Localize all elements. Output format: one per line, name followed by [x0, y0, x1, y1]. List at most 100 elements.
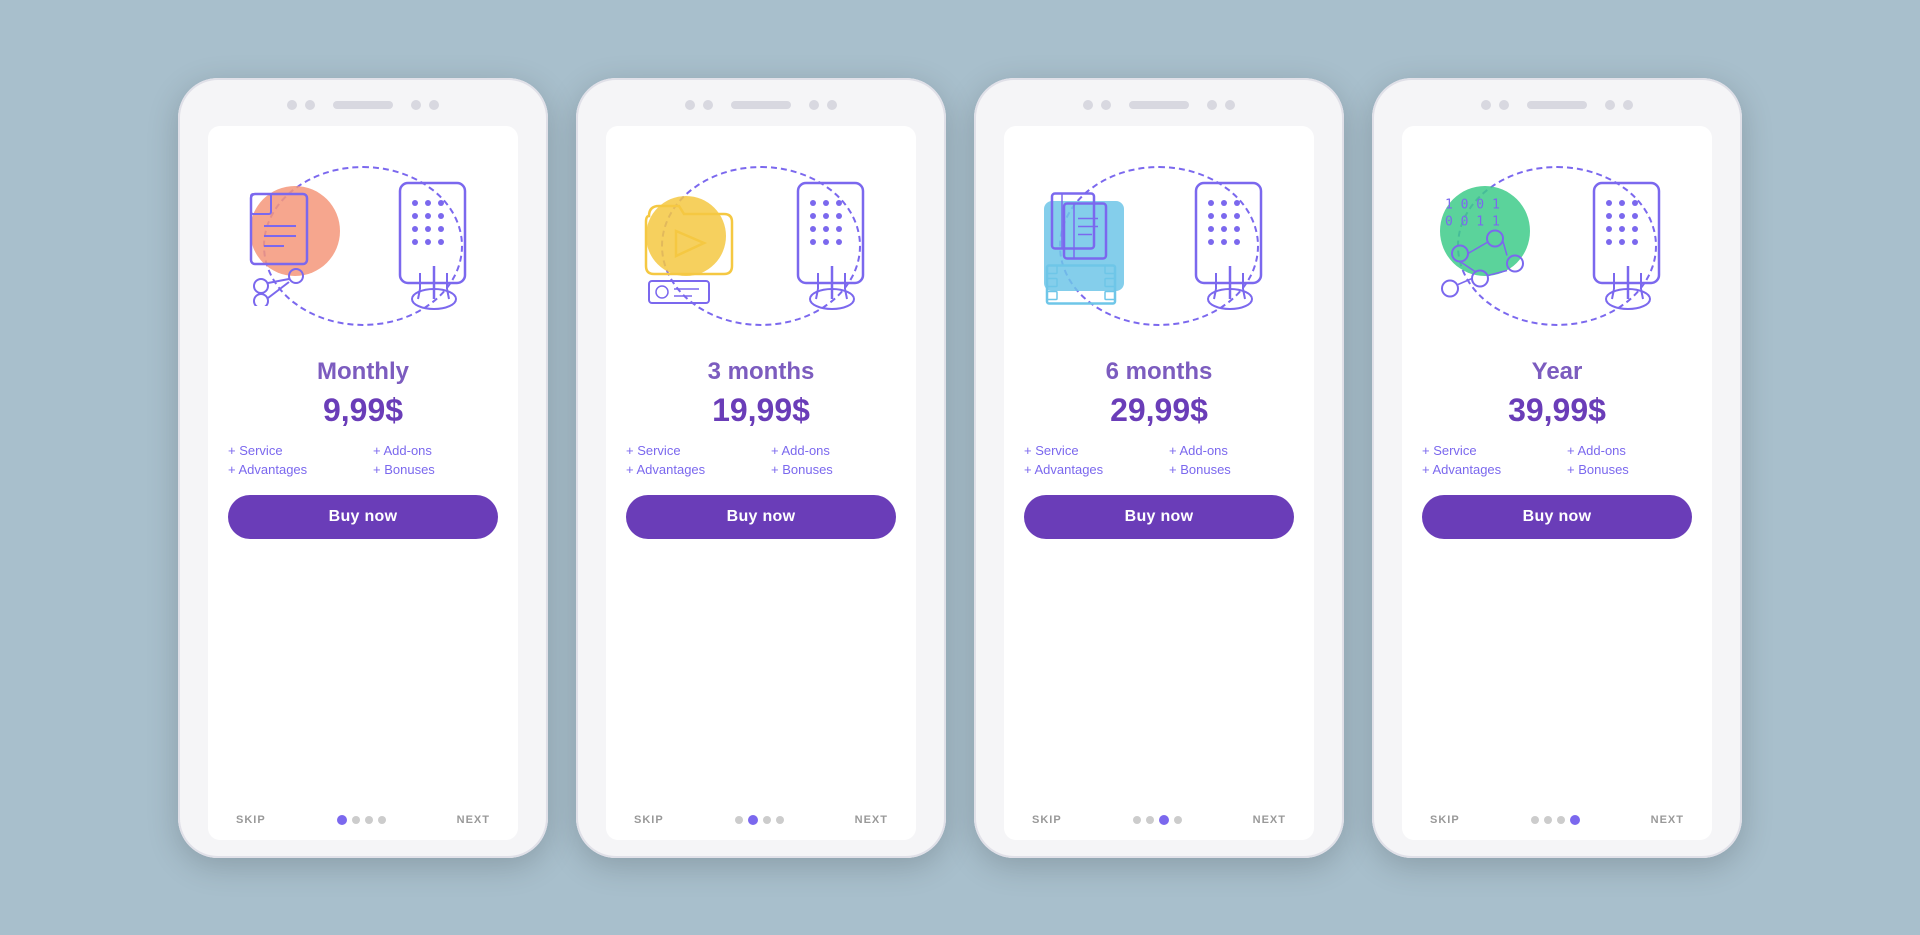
- phone-hand-icon: [390, 181, 480, 311]
- phone-dot: [827, 100, 837, 110]
- phone-dot: [1101, 100, 1111, 110]
- skip-label-4[interactable]: SKIP: [1430, 814, 1460, 826]
- phones-container: Monthly 9,99$ + Service + Add-ons + Adva…: [138, 38, 1782, 898]
- illustration-3months: [626, 146, 896, 346]
- nav-dot: [1146, 816, 1154, 824]
- plan-price-year: 39,99$: [1508, 392, 1606, 429]
- skip-label-1[interactable]: SKIP: [236, 814, 266, 826]
- nav-dot: [352, 816, 360, 824]
- buy-button-monthly[interactable]: Buy now: [228, 495, 498, 539]
- phone-dot: [411, 100, 421, 110]
- books-film-icon: [1042, 183, 1137, 308]
- plan-price-6months: 29,99$: [1110, 392, 1208, 429]
- buy-button-3months[interactable]: Buy now: [626, 495, 896, 539]
- phone-dot: [429, 100, 439, 110]
- phone-dot: [1225, 100, 1235, 110]
- phone-topbar-1: [287, 100, 439, 110]
- nav-dot: [763, 816, 771, 824]
- phone-screen-monthly: Monthly 9,99$ + Service + Add-ons + Adva…: [208, 126, 518, 840]
- dots-nav-3: [1133, 815, 1182, 825]
- phone-screen-6months: 6 months 29,99$ + Service + Add-ons + Ad…: [1004, 126, 1314, 840]
- phone-bottom-3months: SKIP NEXT: [626, 814, 896, 826]
- nav-dot: [776, 816, 784, 824]
- nav-dot: [1544, 816, 1552, 824]
- phone-hand-icon-4: [1584, 181, 1674, 311]
- phone-bottom-6months: SKIP NEXT: [1024, 814, 1294, 826]
- svg-text:0 0 1 1: 0 0 1 1: [1445, 214, 1500, 229]
- phone-speaker: [333, 101, 393, 109]
- plan-title-3months: 3 months: [708, 358, 815, 386]
- svg-text:1 0 0 1: 1 0 0 1: [1445, 197, 1500, 212]
- skip-label-3[interactable]: SKIP: [1032, 814, 1062, 826]
- buy-button-6months[interactable]: Buy now: [1024, 495, 1294, 539]
- dots-nav-4: [1531, 815, 1580, 825]
- feature-advantages-3: + Advantages: [1024, 462, 1149, 477]
- nav-dot: [1531, 816, 1539, 824]
- phone-6months: 6 months 29,99$ + Service + Add-ons + Ad…: [974, 78, 1344, 858]
- feature-bonuses-4: + Bonuses: [1567, 462, 1692, 477]
- illustration-6months: [1024, 146, 1294, 346]
- feature-bonuses-3: + Bonuses: [1169, 462, 1294, 477]
- phone-dot: [1605, 100, 1615, 110]
- phone-dot: [1083, 100, 1093, 110]
- nav-dot: [1133, 816, 1141, 824]
- nav-dot: [378, 816, 386, 824]
- feature-addons-2: + Add-ons: [771, 443, 896, 458]
- phone-bottom-year: SKIP NEXT: [1422, 814, 1692, 826]
- phone-dot: [685, 100, 695, 110]
- illustration-year: 1 0 0 1 0 0 1 1: [1422, 146, 1692, 346]
- nav-dot: [1557, 816, 1565, 824]
- phone-speaker: [731, 101, 791, 109]
- next-label-2[interactable]: NEXT: [855, 814, 888, 826]
- feature-addons-4: + Add-ons: [1567, 443, 1692, 458]
- feature-service-1: + Service: [228, 443, 353, 458]
- phone-topbar-4: [1481, 100, 1633, 110]
- feature-addons-1: + Add-ons: [373, 443, 498, 458]
- phone-dot: [287, 100, 297, 110]
- phone-monthly: Monthly 9,99$ + Service + Add-ons + Adva…: [178, 78, 548, 858]
- feature-addons-3: + Add-ons: [1169, 443, 1294, 458]
- next-label-1[interactable]: NEXT: [457, 814, 490, 826]
- illustration-monthly: [228, 146, 498, 346]
- phone-screen-3months: 3 months 19,99$ + Service + Add-ons + Ad…: [606, 126, 916, 840]
- feature-service-2: + Service: [626, 443, 751, 458]
- features-monthly: + Service + Add-ons + Advantages + Bonus…: [228, 443, 498, 477]
- phone-dot: [1481, 100, 1491, 110]
- phone-speaker: [1129, 101, 1189, 109]
- doc-share-icon: [246, 186, 336, 306]
- phone-dot: [1207, 100, 1217, 110]
- feature-service-4: + Service: [1422, 443, 1547, 458]
- plan-price-monthly: 9,99$: [323, 392, 403, 429]
- phone-dot: [809, 100, 819, 110]
- phone-3months: 3 months 19,99$ + Service + Add-ons + Ad…: [576, 78, 946, 858]
- nav-dot-active: [337, 815, 347, 825]
- plan-title-monthly: Monthly: [317, 358, 409, 386]
- feature-bonuses-2: + Bonuses: [771, 462, 896, 477]
- phone-dot: [1623, 100, 1633, 110]
- phone-hand-icon-3: [1186, 181, 1276, 311]
- feature-advantages-1: + Advantages: [228, 462, 353, 477]
- nav-dot: [365, 816, 373, 824]
- plan-price-3months: 19,99$: [712, 392, 810, 429]
- phone-bottom-monthly: SKIP NEXT: [228, 814, 498, 826]
- phone-speaker: [1527, 101, 1587, 109]
- video-card-icon: [644, 186, 734, 306]
- next-label-3[interactable]: NEXT: [1253, 814, 1286, 826]
- phone-dot: [703, 100, 713, 110]
- phone-dot: [1499, 100, 1509, 110]
- feature-advantages-2: + Advantages: [626, 462, 751, 477]
- phone-year: 1 0 0 1 0 0 1 1: [1372, 78, 1742, 858]
- plan-title-6months: 6 months: [1106, 358, 1213, 386]
- nav-dot-active: [748, 815, 758, 825]
- nav-dot: [1174, 816, 1182, 824]
- next-label-4[interactable]: NEXT: [1651, 814, 1684, 826]
- nav-dot-active: [1159, 815, 1169, 825]
- plan-title-year: Year: [1532, 358, 1583, 386]
- feature-bonuses-1: + Bonuses: [373, 462, 498, 477]
- nav-dot: [735, 816, 743, 824]
- feature-service-3: + Service: [1024, 443, 1149, 458]
- buy-button-year[interactable]: Buy now: [1422, 495, 1692, 539]
- nav-dot-active: [1570, 815, 1580, 825]
- phone-screen-year: 1 0 0 1 0 0 1 1: [1402, 126, 1712, 840]
- skip-label-2[interactable]: SKIP: [634, 814, 664, 826]
